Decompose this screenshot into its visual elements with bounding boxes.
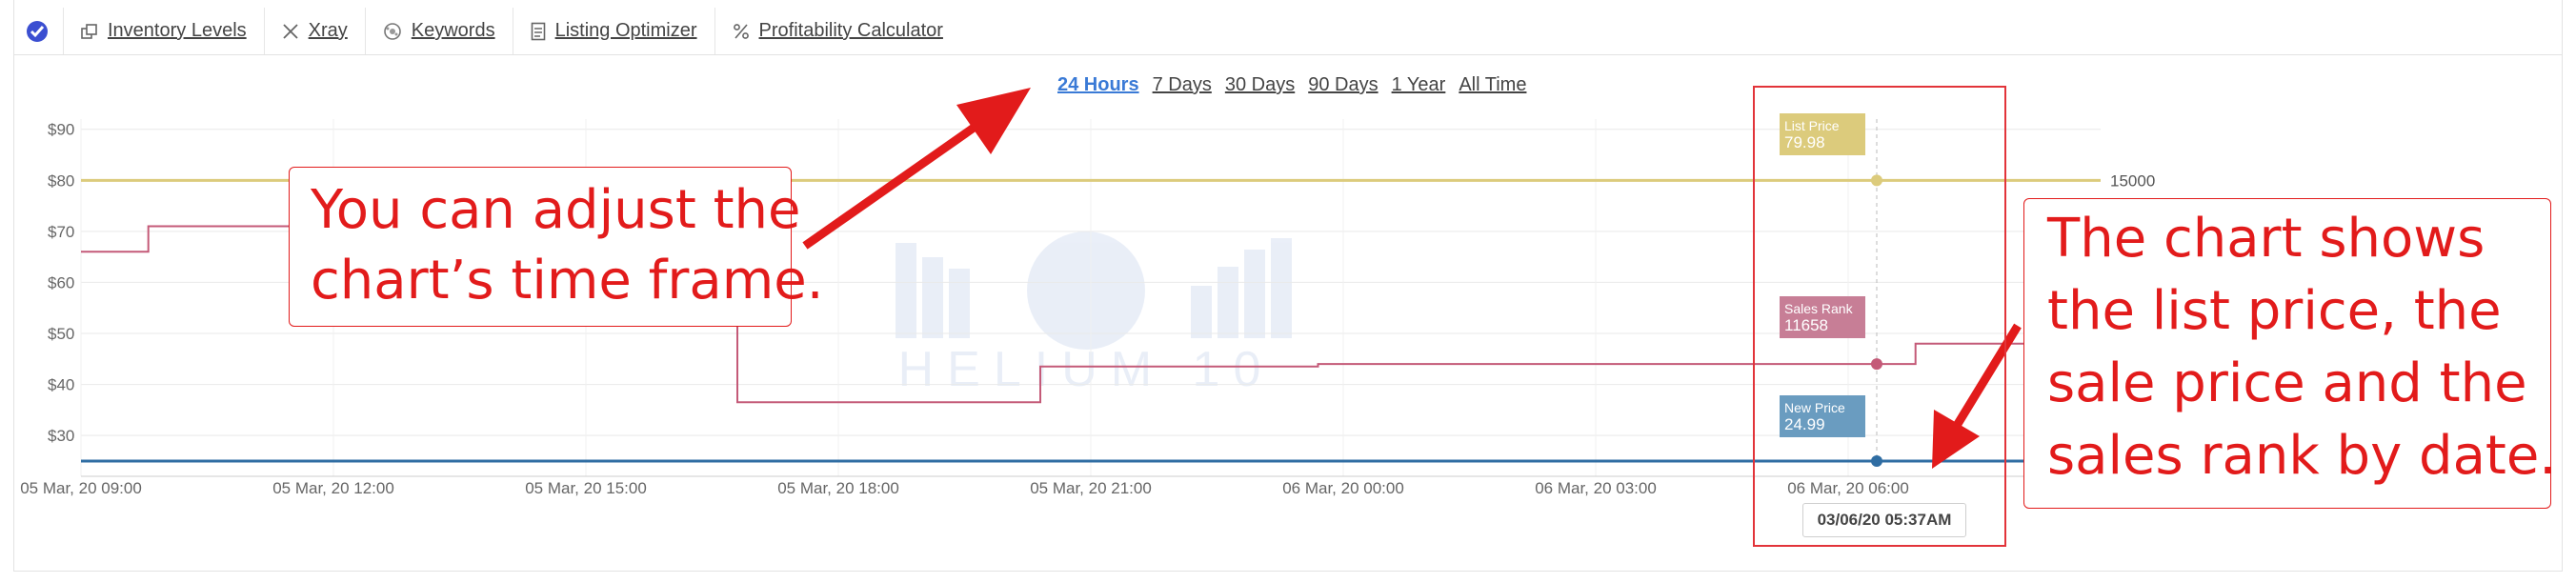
new-price-tooltip: New Price 24.99 [1780,395,1865,437]
x-axis: 05 Mar, 20 09:00 05 Mar, 20 12:00 05 Mar, … [20,479,1909,497]
right-axis-label: 15000 [2110,171,2155,190]
hover-date-tooltip: 03/06/20 05:37AM [1802,503,1966,537]
tooltip-value: 79.98 [1784,133,1825,151]
tooltip-label: New Price [1784,400,1845,415]
y-tick-label: $80 [48,171,74,190]
x-tick-label: 05 Mar, 20 15:00 [525,479,647,497]
y-tick-label: $70 [48,223,74,241]
sales-rank-tooltip: Sales Rank 11658 [1780,296,1865,338]
chart-explanation-callout: The chart shows the list price, the sale… [2023,198,2557,509]
y-axis: $90 $80 $70 $60 $50 $40 $30 [48,121,74,445]
callout-line: the list price, the [2047,280,2502,342]
x-tick-label: 05 Mar, 20 21:00 [1030,479,1152,497]
callout-line: chart’s time frame. [311,250,824,312]
y-tick-label: $60 [48,273,74,292]
x-tick-label: 06 Mar, 20 00:00 [1282,479,1404,497]
tooltip-label: Sales Rank [1784,301,1853,316]
y-tick-label: $40 [48,376,74,394]
y-tick-label: $30 [48,427,74,445]
tooltip-value: 11658 [1784,316,1829,334]
x-tick-label: 05 Mar, 20 09:00 [20,479,142,497]
x-tick-label: 05 Mar, 20 12:00 [272,479,394,497]
helium10-watermark: HELIUM 10 [896,231,1292,397]
callout-line: sale price and the [2047,352,2527,414]
x-tick-label: 05 Mar, 20 18:00 [777,479,899,497]
tooltip-label: List Price [1784,118,1840,133]
tooltip-value: 24.99 [1784,415,1825,433]
callout-line: The chart shows [2047,208,2485,270]
x-tick-label: 06 Mar, 20 03:00 [1535,479,1657,497]
y-tick-label: $50 [48,325,74,343]
list-price-tooltip: List Price 79.98 [1780,113,1865,155]
timeframe-callout: You can adjust the chart’s time frame. [289,167,824,327]
callout-line: You can adjust the [311,179,801,241]
callout-line: sales rank by date. [2047,425,2557,487]
watermark-text: HELIUM 10 [898,342,1275,397]
y-tick-label: $90 [48,121,74,139]
